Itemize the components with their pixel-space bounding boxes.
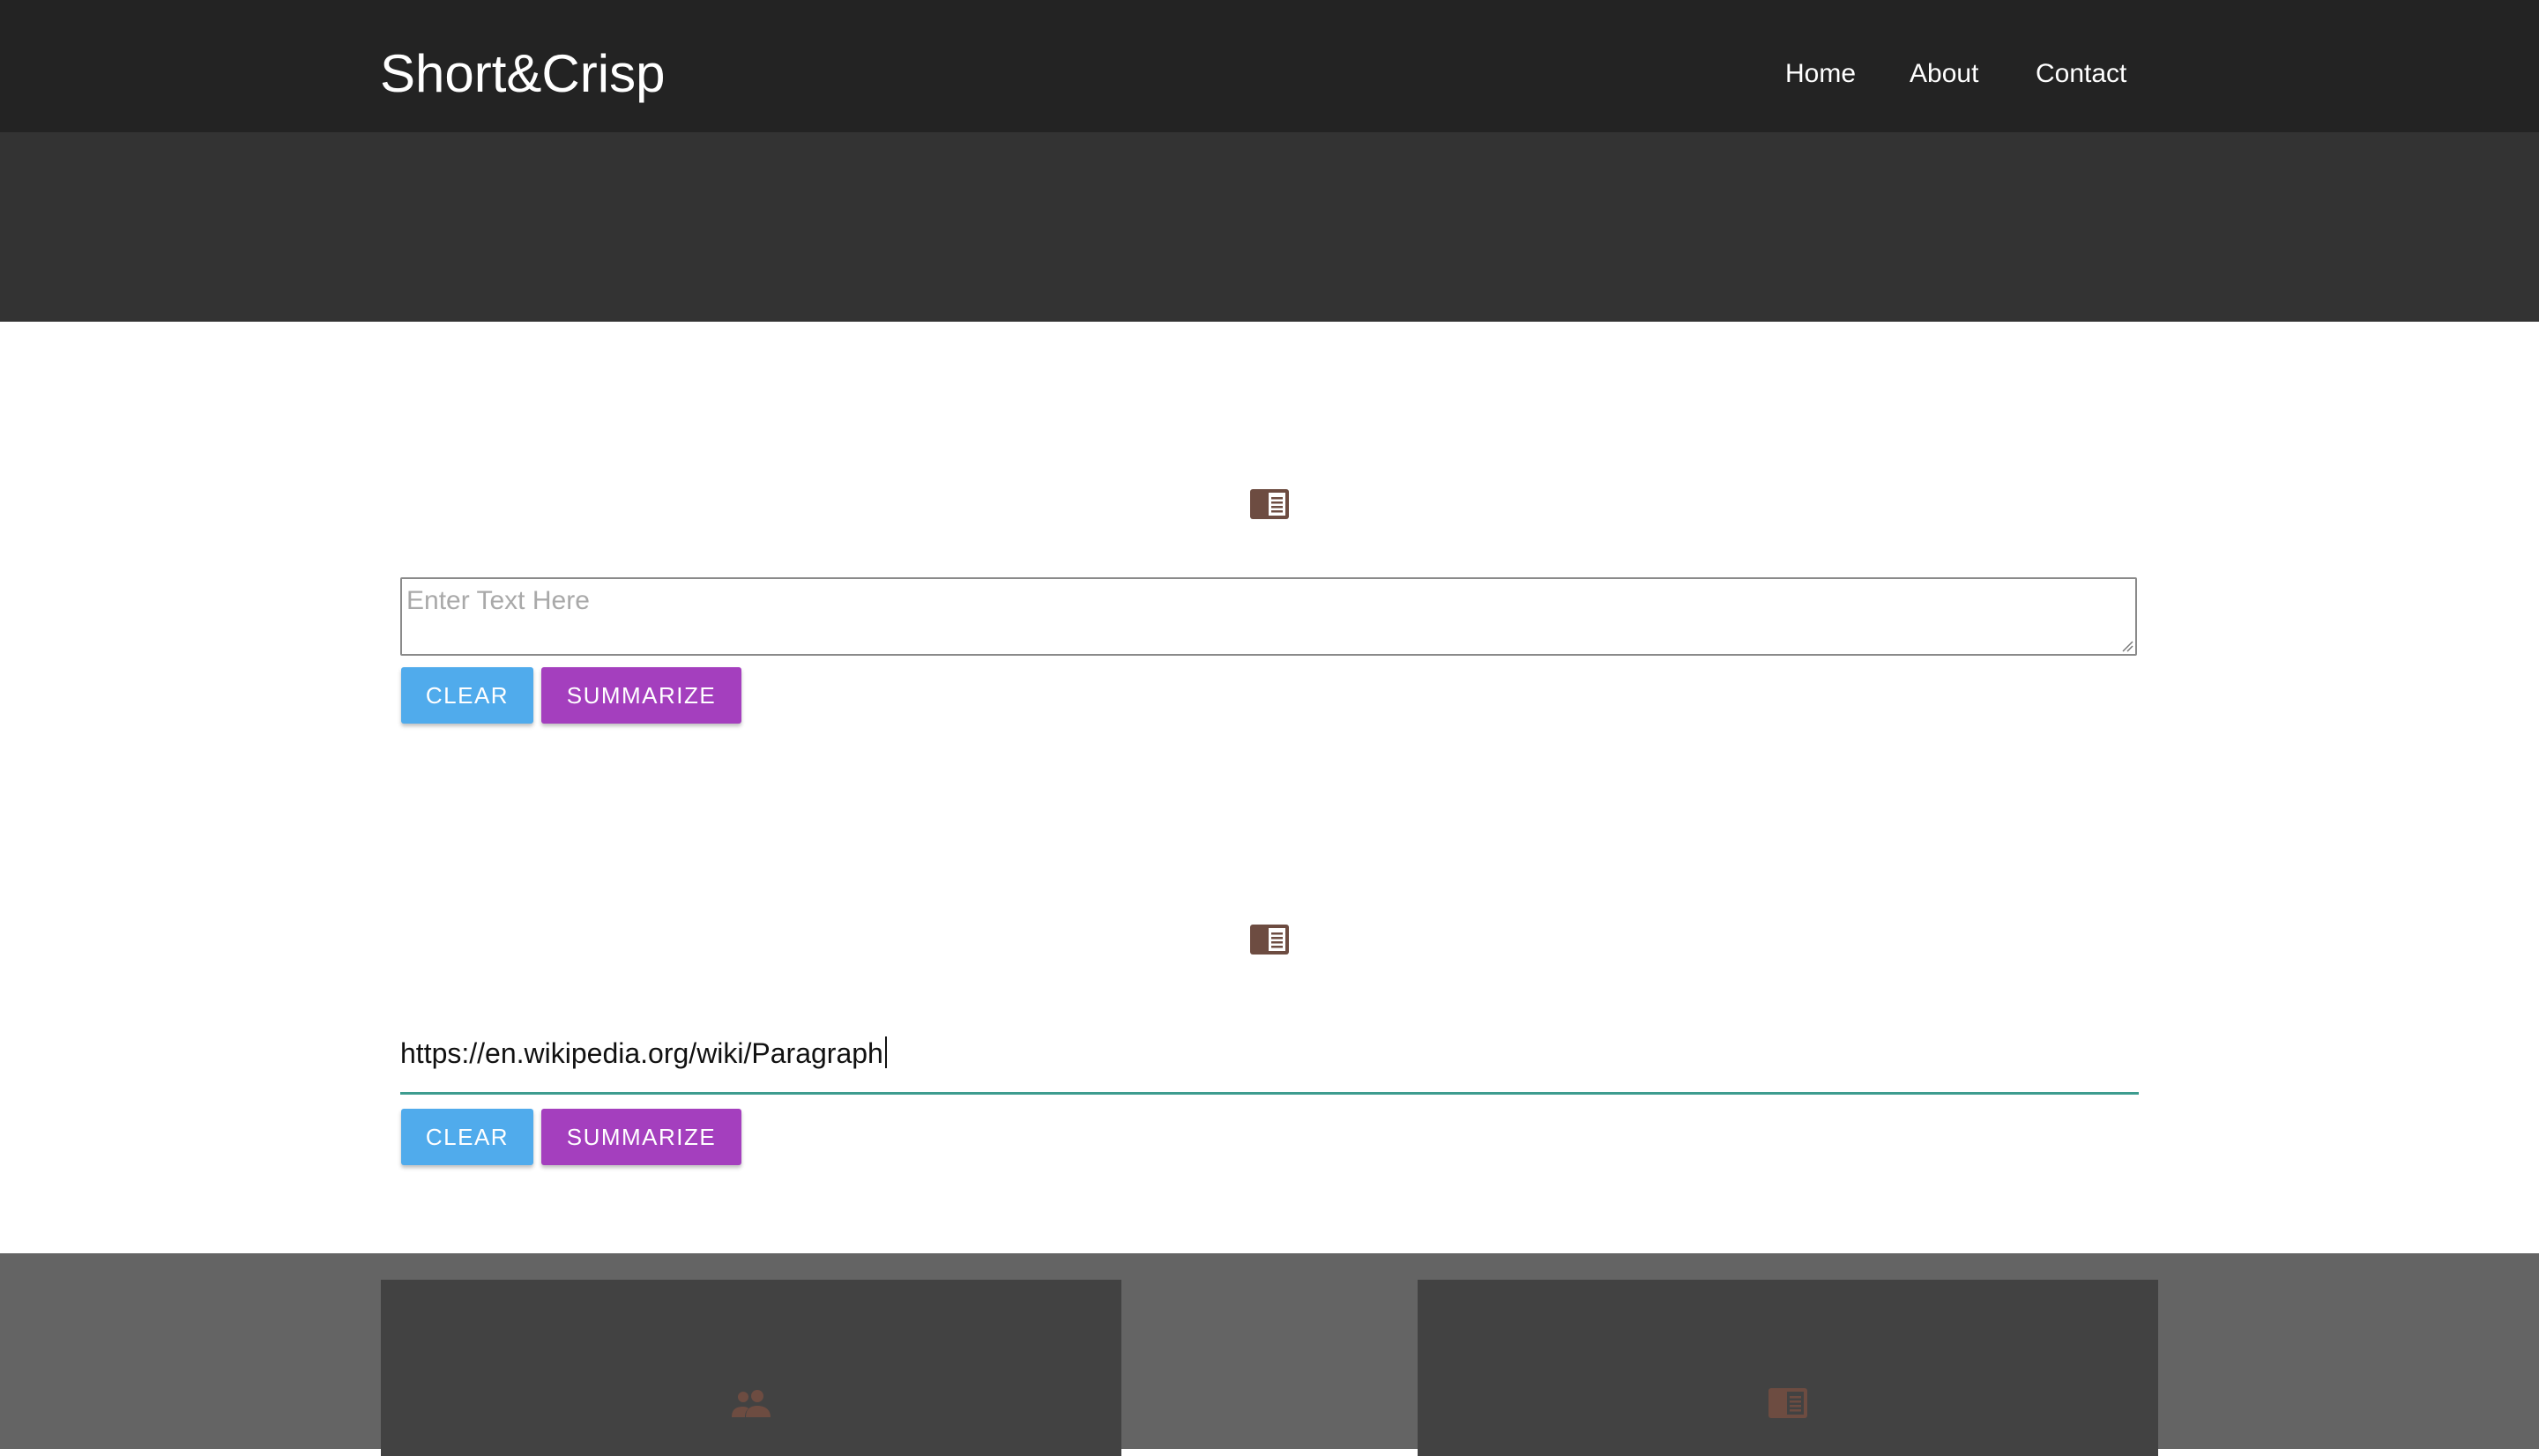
document-icon — [1250, 489, 1289, 519]
text-clear-button[interactable]: CLEAR — [401, 667, 533, 724]
brand-logo[interactable]: Short&Crisp — [380, 37, 665, 111]
navbar: Short&Crisp Home About Contact — [0, 0, 2539, 132]
text-input-placeholder: Enter Text Here — [406, 586, 590, 615]
document-icon — [1768, 1388, 1807, 1418]
url-input[interactable]: https://en.wikipedia.org/wiki/Paragraph — [400, 1022, 2139, 1095]
document-icon — [1250, 925, 1289, 955]
url-summarize-button[interactable]: SUMMARIZE — [541, 1109, 741, 1165]
text-cursor — [884, 1036, 887, 1068]
feature-card-people — [381, 1280, 1121, 1456]
text-input-area[interactable]: Enter Text Here — [400, 577, 2137, 656]
text-summarize-button[interactable]: SUMMARIZE — [541, 667, 741, 724]
nav-link-home[interactable]: Home — [1785, 56, 1856, 92]
url-clear-button[interactable]: CLEAR — [401, 1109, 533, 1165]
resize-handle-icon[interactable] — [2121, 640, 2133, 652]
feature-card-summary — [1418, 1280, 2158, 1456]
people-icon — [732, 1390, 771, 1417]
hero-banner — [0, 132, 2539, 322]
url-input-value: https://en.wikipedia.org/wiki/Paragraph — [400, 1037, 883, 1069]
nav-link-about[interactable]: About — [1910, 56, 1978, 92]
footer-section — [0, 1253, 2539, 1456]
nav-link-contact[interactable]: Contact — [2036, 56, 2126, 92]
